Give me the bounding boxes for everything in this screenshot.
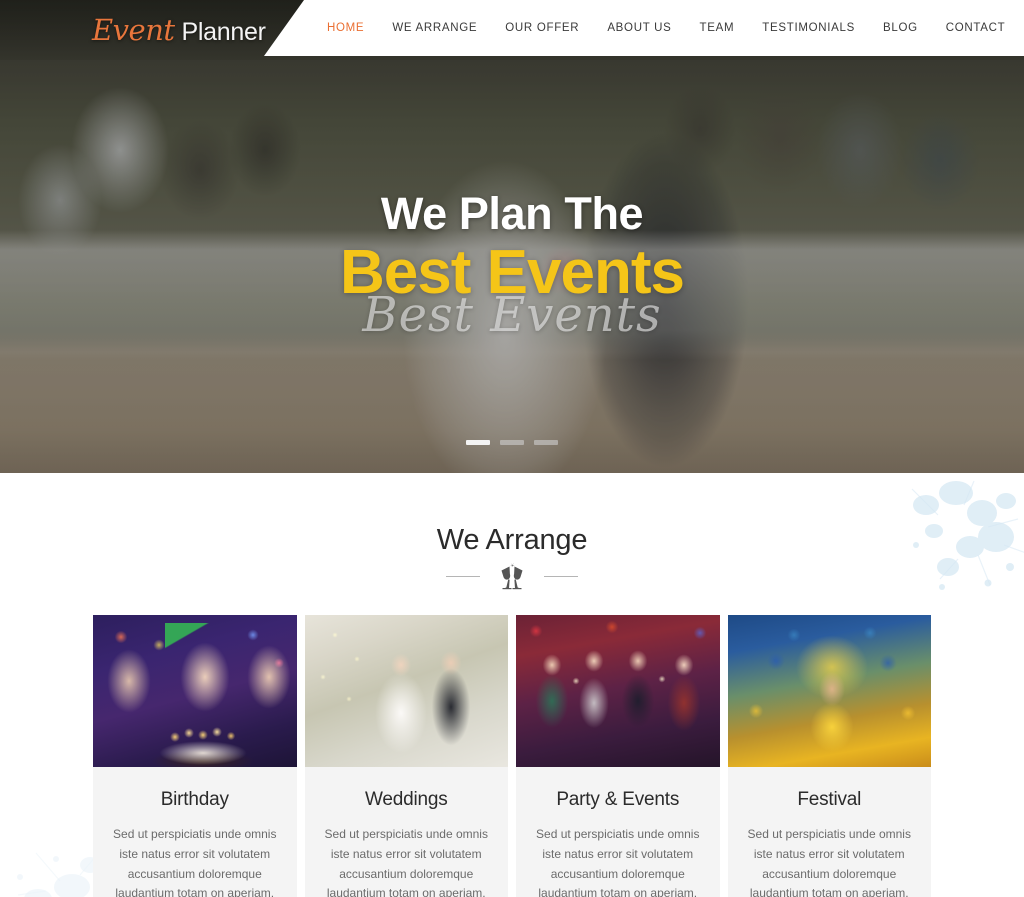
hero-slide-dot-1[interactable] <box>466 440 490 445</box>
service-card-image-party-events <box>516 615 720 767</box>
service-card-title: Party & Events <box>556 789 680 810</box>
nav-item-team[interactable]: TEAM <box>686 22 749 34</box>
main-navigation: HOME WE ARRANGE OUR OFFER ABOUT US TEAM … <box>313 0 1024 56</box>
service-card-party-events[interactable]: Party & Events Sed ut perspiciatis unde … <box>516 615 720 897</box>
service-card-body: Party & Events Sed ut perspiciatis unde … <box>516 767 720 897</box>
hero-headline-script: Best Events <box>362 287 662 344</box>
nav-item-testimonials[interactable]: TESTIMONIALS <box>748 22 869 34</box>
nav-item-about-us[interactable]: ABOUT US <box>593 22 685 34</box>
service-card-body: Weddings Sed ut perspiciatis unde omnis … <box>305 767 509 897</box>
site-header: Event Planner HOME WE ARRANGE OUR OFFER … <box>0 0 1024 56</box>
service-card-birthday[interactable]: Birthday Sed ut perspiciatis unde omnis … <box>93 615 297 897</box>
hero-slider: We Plan The Best Events Best Events <box>0 0 1024 473</box>
we-arrange-section: We Arrange Birthday Sed ut perspiciatis … <box>0 473 1024 897</box>
divider-line-left <box>446 575 480 577</box>
service-card-body: Birthday Sed ut perspiciatis unde omnis … <box>93 767 297 897</box>
service-card-text: Sed ut perspiciatis unde omnis iste natu… <box>324 827 488 897</box>
hero-headline-group: We Plan The Best Events Best Events <box>0 188 1024 344</box>
service-card-title: Festival <box>797 789 862 810</box>
service-card-image-festival <box>727 615 931 767</box>
nav-item-home[interactable]: HOME <box>313 22 378 34</box>
service-card-body: Festival Sed ut perspiciatis unde omnis … <box>728 767 932 897</box>
logo-plain-text: Planner <box>181 18 266 46</box>
section-divider <box>0 561 1024 591</box>
service-card-weddings[interactable]: Weddings Sed ut perspiciatis unde omnis … <box>304 615 509 897</box>
service-card-title: Weddings <box>364 789 448 810</box>
nav-item-blog[interactable]: BLOG <box>869 22 932 34</box>
service-cards-grid: Birthday Sed ut perspiciatis unde omnis … <box>93 615 931 897</box>
logo-script-text: Event <box>92 13 175 47</box>
nav-item-contact[interactable]: CONTACT <box>932 22 1020 34</box>
service-card-image-birthday <box>93 615 297 767</box>
service-card-text: Sed ut perspiciatis unde omnis iste natu… <box>536 827 700 897</box>
page-root: We Plan The Best Events Best Events Even… <box>0 0 1024 897</box>
service-card-text: Sed ut perspiciatis unde omnis iste natu… <box>747 827 911 897</box>
service-card-text: Sed ut perspiciatis unde omnis iste natu… <box>113 827 277 897</box>
service-card-festival[interactable]: Festival Sed ut perspiciatis unde omnis … <box>727 615 932 897</box>
section-title-we-arrange: We Arrange <box>436 524 588 556</box>
hero-slider-pagination[interactable] <box>0 440 1024 445</box>
divider-line-right <box>544 575 578 577</box>
site-logo[interactable]: Event Planner <box>92 13 266 47</box>
hero-slide-dot-3[interactable] <box>534 440 558 445</box>
nav-item-we-arrange[interactable]: WE ARRANGE <box>378 22 491 34</box>
service-card-image-weddings <box>304 615 508 767</box>
nav-item-our-offer[interactable]: OUR OFFER <box>491 22 593 34</box>
hero-headline-line1: We Plan The <box>380 188 644 239</box>
hero-slide-dot-2[interactable] <box>500 440 524 445</box>
champagne-glasses-icon <box>501 562 523 590</box>
service-card-title: Birthday <box>160 789 229 810</box>
